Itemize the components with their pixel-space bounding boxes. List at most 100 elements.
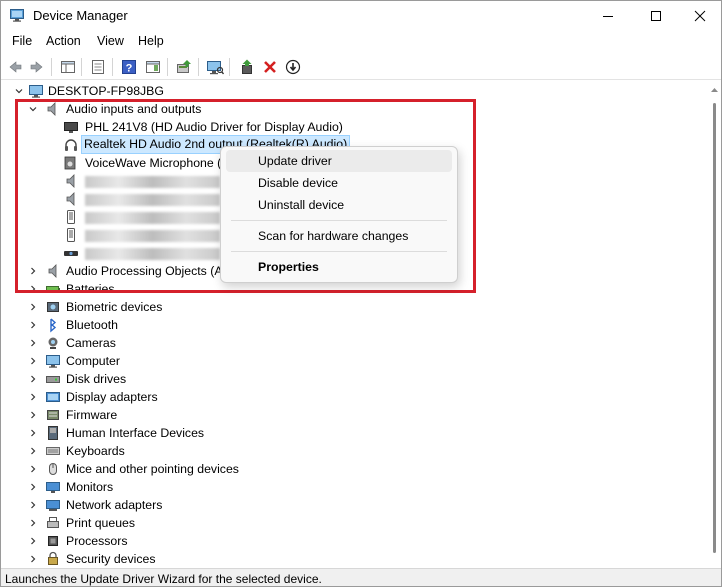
- scroll-up-icon[interactable]: [711, 87, 718, 93]
- category-label: Keyboards: [66, 444, 125, 458]
- minimize-button[interactable]: [585, 1, 631, 31]
- category-display-adapters[interactable]: Display adapters: [1, 388, 401, 406]
- camera-icon: [48, 337, 58, 349]
- enable-device-icon: [242, 59, 252, 74]
- category-cameras[interactable]: Cameras: [1, 334, 401, 352]
- category-human-interface-devices[interactable]: Human Interface Devices: [1, 424, 401, 442]
- display-adapter-icon: [46, 392, 60, 402]
- disable-device-icon: [285, 59, 301, 75]
- vertical-scrollbar[interactable]: [708, 81, 721, 568]
- category-label: Bluetooth: [66, 318, 118, 332]
- menu-item-uninstall-device[interactable]: Uninstall device: [226, 194, 452, 216]
- chevron-right-icon[interactable]: [28, 370, 38, 388]
- chevron-down-icon[interactable]: [14, 82, 24, 100]
- category-label: Monitors: [66, 480, 114, 494]
- computer-name: DESKTOP-FP98JBG: [48, 84, 164, 98]
- action-pane-button[interactable]: [143, 57, 163, 77]
- category-security-devices[interactable]: Security devices: [1, 550, 401, 568]
- forward-icon: [30, 61, 43, 73]
- toolbar: ?: [1, 54, 721, 80]
- disk-drive-icon: [46, 376, 60, 383]
- chevron-right-icon[interactable]: [28, 478, 38, 496]
- category-label: Computer: [66, 354, 120, 368]
- chevron-right-icon[interactable]: [28, 550, 38, 568]
- chevron-right-icon[interactable]: [28, 532, 38, 550]
- device-manager-icon: [10, 9, 24, 22]
- context-menu: Update driver Disable device Uninstall d…: [220, 146, 458, 283]
- device-manager-window: Device Manager File Action View Help ? D…: [0, 0, 722, 587]
- category-biometric-devices[interactable]: Biometric devices: [1, 298, 401, 316]
- properties-button[interactable]: [88, 57, 108, 77]
- monitor-icon: [46, 482, 60, 493]
- chevron-right-icon[interactable]: [28, 298, 38, 316]
- title-bar: Device Manager: [1, 1, 721, 31]
- menu-item-properties[interactable]: Properties: [226, 256, 452, 278]
- chevron-right-icon[interactable]: [28, 496, 38, 514]
- show-hide-tree-button[interactable]: [58, 57, 78, 77]
- category-label: Display adapters: [66, 390, 158, 404]
- scrollbar-thumb[interactable]: [713, 103, 716, 553]
- category-network-adapters[interactable]: Network adapters: [1, 496, 401, 514]
- chevron-right-icon[interactable]: [28, 442, 38, 460]
- menu-separator: [231, 220, 447, 221]
- chevron-right-icon[interactable]: [28, 388, 38, 406]
- category-label: Print queues: [66, 516, 136, 530]
- window-title: Device Manager: [33, 8, 128, 23]
- help-button[interactable]: ?: [119, 57, 139, 77]
- menu-view[interactable]: View: [97, 34, 124, 48]
- toolbar-separator: [229, 58, 230, 76]
- chevron-right-icon[interactable]: [28, 406, 38, 424]
- category-computer[interactable]: Computer: [1, 352, 401, 370]
- chevron-right-icon[interactable]: [28, 352, 38, 370]
- menu-help[interactable]: Help: [138, 34, 164, 48]
- category-label: Biometric devices: [66, 300, 163, 314]
- biometric-icon: [47, 302, 59, 312]
- show-hide-tree-icon: [61, 61, 75, 73]
- category-mice[interactable]: Mice and other pointing devices: [1, 460, 401, 478]
- update-driver-button[interactable]: [174, 57, 194, 77]
- computer-icon: [29, 85, 43, 98]
- printer-icon: [47, 517, 59, 528]
- chevron-right-icon[interactable]: [28, 514, 38, 532]
- chevron-right-icon[interactable]: [28, 334, 38, 352]
- status-text: Launches the Update Driver Wizard for th…: [5, 572, 322, 586]
- toolbar-separator: [51, 58, 52, 76]
- enable-device-button[interactable]: [237, 57, 257, 77]
- hid-icon: [48, 426, 58, 440]
- menu-item-update-driver[interactable]: Update driver: [226, 150, 452, 172]
- category-firmware[interactable]: Firmware: [1, 406, 401, 424]
- processor-icon: [48, 536, 58, 546]
- scan-hardware-button[interactable]: [205, 57, 225, 77]
- disable-device-button[interactable]: [283, 57, 303, 77]
- maximize-button[interactable]: [633, 1, 679, 31]
- category-label: Network adapters: [66, 498, 163, 512]
- category-processors[interactable]: Processors: [1, 532, 401, 550]
- category-disk-drives[interactable]: Disk drives: [1, 370, 401, 388]
- properties-icon: [92, 60, 104, 74]
- menu-item-disable-device[interactable]: Disable device: [226, 172, 452, 194]
- update-driver-icon: [177, 60, 191, 73]
- category-keyboards[interactable]: Keyboards: [1, 442, 401, 460]
- keyboard-icon: [46, 447, 60, 455]
- menu-bar: File Action View Help: [1, 31, 721, 53]
- toolbar-separator: [81, 58, 82, 76]
- chevron-right-icon[interactable]: [28, 460, 38, 478]
- category-print-queues[interactable]: Print queues: [1, 514, 401, 532]
- menu-action[interactable]: Action: [46, 34, 81, 48]
- back-button[interactable]: [5, 57, 25, 77]
- menu-item-scan-hardware[interactable]: Scan for hardware changes: [226, 225, 452, 247]
- bluetooth-icon: [50, 318, 57, 333]
- menu-file[interactable]: File: [12, 34, 32, 48]
- category-label: Mice and other pointing devices: [66, 462, 239, 476]
- category-label: Processors: [66, 534, 128, 548]
- close-button[interactable]: [677, 1, 721, 31]
- category-monitors[interactable]: Monitors: [1, 478, 401, 496]
- forward-button[interactable]: [27, 57, 47, 77]
- category-bluetooth[interactable]: Bluetooth: [1, 316, 401, 334]
- tree-root[interactable]: DESKTOP-FP98JBG: [1, 82, 401, 100]
- computer-icon: [46, 355, 60, 368]
- firmware-icon: [47, 410, 59, 420]
- chevron-right-icon[interactable]: [28, 424, 38, 442]
- chevron-right-icon[interactable]: [28, 316, 38, 334]
- uninstall-button[interactable]: [260, 57, 280, 77]
